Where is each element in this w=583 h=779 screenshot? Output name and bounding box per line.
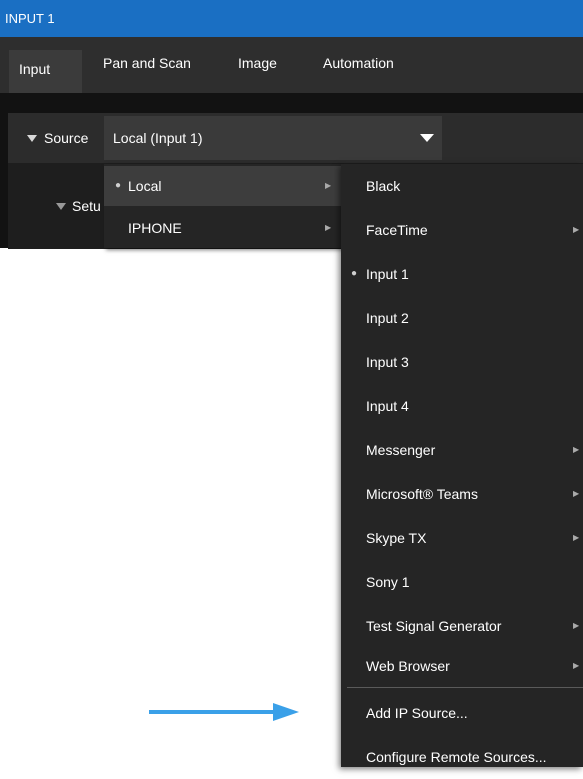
setup-label: Setu xyxy=(72,198,101,214)
annotation-arrow-icon xyxy=(149,703,299,721)
submenu-arrow-icon: ▶ xyxy=(573,225,580,234)
menu-item-microsoft-teams[interactable]: Microsoft® Teams ▶ xyxy=(341,472,583,516)
source-row: Source Local (Input 1) xyxy=(8,113,583,163)
source-category-menu: ● Local ▶ IPHONE ▶ xyxy=(104,164,342,248)
menu-item-local[interactable]: ● Local ▶ xyxy=(104,166,342,206)
submenu-arrow-icon: ▶ xyxy=(573,489,580,498)
menu-item-facetime[interactable]: FaceTime ▶ xyxy=(341,208,583,252)
submenu-arrow-icon: ▶ xyxy=(325,223,332,232)
setup-section-toggle[interactable]: Setu xyxy=(56,198,101,214)
local-sources-submenu: Black FaceTime ▶ ● Input 1 Input 2 Input… xyxy=(341,164,583,767)
menu-item-messenger[interactable]: Messenger ▶ xyxy=(341,428,583,472)
submenu-arrow-icon: ▶ xyxy=(573,621,580,630)
source-selected-value: Local (Input 1) xyxy=(113,130,203,146)
source-section-toggle[interactable]: Source xyxy=(27,130,88,146)
menu-item-add-ip-source[interactable]: Add IP Source... xyxy=(341,691,583,735)
menu-item-input-3[interactable]: Input 3 xyxy=(341,340,583,384)
window-title-bar: INPUT 1 xyxy=(0,0,583,37)
tab-input[interactable]: Input xyxy=(9,50,82,93)
collapse-triangle-icon xyxy=(56,203,66,210)
window-title: INPUT 1 xyxy=(5,11,55,26)
menu-item-input-4[interactable]: Input 4 xyxy=(341,384,583,428)
source-dropdown[interactable]: Local (Input 1) xyxy=(104,116,442,160)
submenu-arrow-icon: ▶ xyxy=(573,533,580,542)
submenu-arrow-icon: ▶ xyxy=(573,445,580,454)
chevron-down-icon xyxy=(420,134,434,142)
submenu-arrow-icon: ▶ xyxy=(573,661,580,670)
tab-bar: Input Pan and Scan Image Automation xyxy=(0,37,583,93)
menu-item-web-browser[interactable]: Web Browser ▶ xyxy=(341,644,583,688)
tab-automation[interactable]: Automation xyxy=(323,55,394,71)
menu-item-iphone[interactable]: IPHONE ▶ xyxy=(104,208,342,248)
menu-item-input-1[interactable]: ● Input 1 xyxy=(341,252,583,296)
menu-item-test-signal-generator[interactable]: Test Signal Generator ▶ xyxy=(341,604,583,648)
collapse-triangle-icon xyxy=(27,135,37,142)
checked-bullet-icon: ● xyxy=(351,268,358,279)
source-label: Source xyxy=(44,130,89,146)
tab-image[interactable]: Image xyxy=(238,55,277,71)
menu-item-sony-1[interactable]: Sony 1 xyxy=(341,560,583,604)
menu-separator xyxy=(347,687,583,688)
menu-item-black[interactable]: Black xyxy=(341,164,583,208)
tab-pan-and-scan[interactable]: Pan and Scan xyxy=(103,55,191,71)
menu-item-input-2[interactable]: Input 2 xyxy=(341,296,583,340)
checked-bullet-icon: ● xyxy=(115,180,122,191)
menu-item-configure-remote-sources[interactable]: Configure Remote Sources... xyxy=(341,735,583,779)
submenu-arrow-icon: ▶ xyxy=(325,181,332,190)
menu-item-skype-tx[interactable]: Skype TX ▶ xyxy=(341,516,583,560)
